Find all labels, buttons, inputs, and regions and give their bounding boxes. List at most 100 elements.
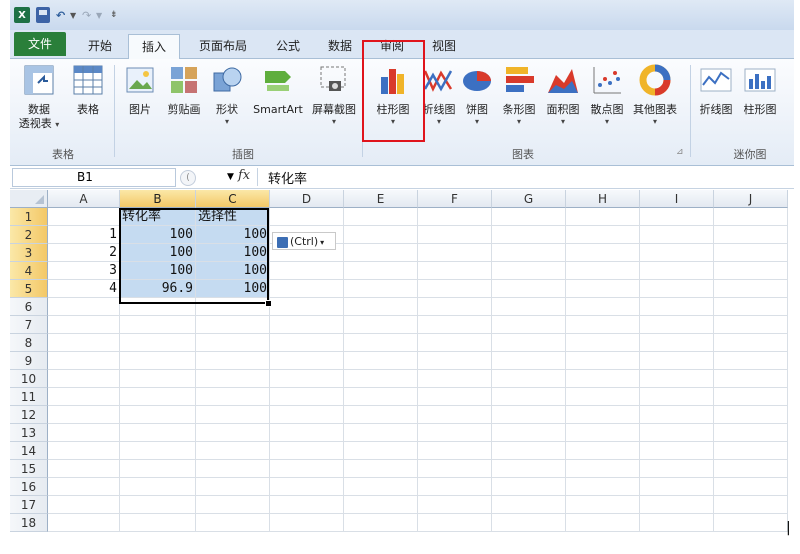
cell-b1[interactable]: 转化率 <box>120 208 196 226</box>
area-chart-button[interactable]: 面积图 ▾ <box>542 63 584 126</box>
cell-a15[interactable] <box>48 460 120 478</box>
cell-g15[interactable] <box>492 460 566 478</box>
name-box[interactable]: B1 ▼ <box>12 168 234 187</box>
cell-c3[interactable]: 100 <box>196 244 270 262</box>
sparkline-column-button[interactable]: 柱形图 <box>738 63 782 117</box>
cell-a8[interactable] <box>48 334 120 352</box>
save-icon[interactable] <box>36 7 50 23</box>
cell-j12[interactable] <box>714 406 788 424</box>
cell-b14[interactable] <box>120 442 196 460</box>
cell-j2[interactable] <box>714 226 788 244</box>
tab-file[interactable]: 文件 <box>14 32 66 56</box>
cell-j11[interactable] <box>714 388 788 406</box>
cell-j6[interactable] <box>714 298 788 316</box>
cell-d14[interactable] <box>270 442 344 460</box>
cell-f6[interactable] <box>418 298 492 316</box>
cell-d13[interactable] <box>270 424 344 442</box>
cell-i1[interactable] <box>640 208 714 226</box>
cell-b4[interactable]: 100 <box>120 262 196 280</box>
cell-h5[interactable] <box>566 280 640 298</box>
cell-d17[interactable] <box>270 496 344 514</box>
column-header-e[interactable]: E <box>344 190 418 208</box>
cell-e11[interactable] <box>344 388 418 406</box>
cell-e4[interactable] <box>344 262 418 280</box>
cell-d16[interactable] <box>270 478 344 496</box>
cell-b2[interactable]: 100 <box>120 226 196 244</box>
cell-f18[interactable] <box>418 514 492 532</box>
row-header-3[interactable]: 3 <box>10 244 48 262</box>
cell-j18[interactable] <box>714 514 788 532</box>
cell-g2[interactable] <box>492 226 566 244</box>
cell-b6[interactable] <box>120 298 196 316</box>
cell-e6[interactable] <box>344 298 418 316</box>
cell-g3[interactable] <box>492 244 566 262</box>
column-header-g[interactable]: G <box>492 190 566 208</box>
cell-e14[interactable] <box>344 442 418 460</box>
cell-f16[interactable] <box>418 478 492 496</box>
undo-dropdown-icon[interactable]: ▼ <box>70 7 76 23</box>
cell-e7[interactable] <box>344 316 418 334</box>
cell-g16[interactable] <box>492 478 566 496</box>
cell-b13[interactable] <box>120 424 196 442</box>
row-header-13[interactable]: 13 <box>10 424 48 442</box>
row-header-6[interactable]: 6 <box>10 298 48 316</box>
cell-f17[interactable] <box>418 496 492 514</box>
cell-e16[interactable] <box>344 478 418 496</box>
cell-f7[interactable] <box>418 316 492 334</box>
cell-c8[interactable] <box>196 334 270 352</box>
cell-e18[interactable] <box>344 514 418 532</box>
row-header-4[interactable]: 4 <box>10 262 48 280</box>
cell-g8[interactable] <box>492 334 566 352</box>
row-header-16[interactable]: 16 <box>10 478 48 496</box>
cell-d4[interactable] <box>270 262 344 280</box>
cell-h8[interactable] <box>566 334 640 352</box>
redo-icon[interactable]: ↷ <box>82 7 91 23</box>
cell-d7[interactable] <box>270 316 344 334</box>
picture-button[interactable]: 图片 <box>122 63 158 117</box>
cell-e5[interactable] <box>344 280 418 298</box>
cell-g10[interactable] <box>492 370 566 388</box>
cell-c10[interactable] <box>196 370 270 388</box>
cell-e13[interactable] <box>344 424 418 442</box>
column-header-d[interactable]: D <box>270 190 344 208</box>
cell-c4[interactable]: 100 <box>196 262 270 280</box>
fill-handle[interactable] <box>265 300 272 307</box>
cell-h7[interactable] <box>566 316 640 334</box>
tab-formulas[interactable]: 公式 <box>266 34 310 58</box>
column-header-i[interactable]: I <box>640 190 714 208</box>
cell-b3[interactable]: 100 <box>120 244 196 262</box>
cell-f4[interactable] <box>418 262 492 280</box>
cell-b5[interactable]: 96.9 <box>120 280 196 298</box>
cell-e3[interactable] <box>344 244 418 262</box>
cell-a2[interactable]: 1 <box>48 226 120 244</box>
cell-h3[interactable] <box>566 244 640 262</box>
sparkline-line-button[interactable]: 折线图 <box>694 63 738 117</box>
cell-i4[interactable] <box>640 262 714 280</box>
cell-c17[interactable] <box>196 496 270 514</box>
cell-h13[interactable] <box>566 424 640 442</box>
cell-b8[interactable] <box>120 334 196 352</box>
cell-g14[interactable] <box>492 442 566 460</box>
cell-e8[interactable] <box>344 334 418 352</box>
cell-b12[interactable] <box>120 406 196 424</box>
cell-f1[interactable] <box>418 208 492 226</box>
cell-d8[interactable] <box>270 334 344 352</box>
cell-c18[interactable] <box>196 514 270 532</box>
cell-i15[interactable] <box>640 460 714 478</box>
screenshot-button[interactable]: 屏幕截图 ▾ <box>308 63 360 126</box>
cell-g4[interactable] <box>492 262 566 280</box>
cell-j7[interactable] <box>714 316 788 334</box>
cell-a9[interactable] <box>48 352 120 370</box>
cell-i18[interactable] <box>640 514 714 532</box>
cell-c16[interactable] <box>196 478 270 496</box>
cell-j3[interactable] <box>714 244 788 262</box>
cell-e12[interactable] <box>344 406 418 424</box>
cell-b7[interactable] <box>120 316 196 334</box>
cell-d6[interactable] <box>270 298 344 316</box>
cell-a7[interactable] <box>48 316 120 334</box>
cell-e17[interactable] <box>344 496 418 514</box>
cell-d10[interactable] <box>270 370 344 388</box>
cell-g9[interactable] <box>492 352 566 370</box>
cell-h18[interactable] <box>566 514 640 532</box>
cell-g5[interactable] <box>492 280 566 298</box>
